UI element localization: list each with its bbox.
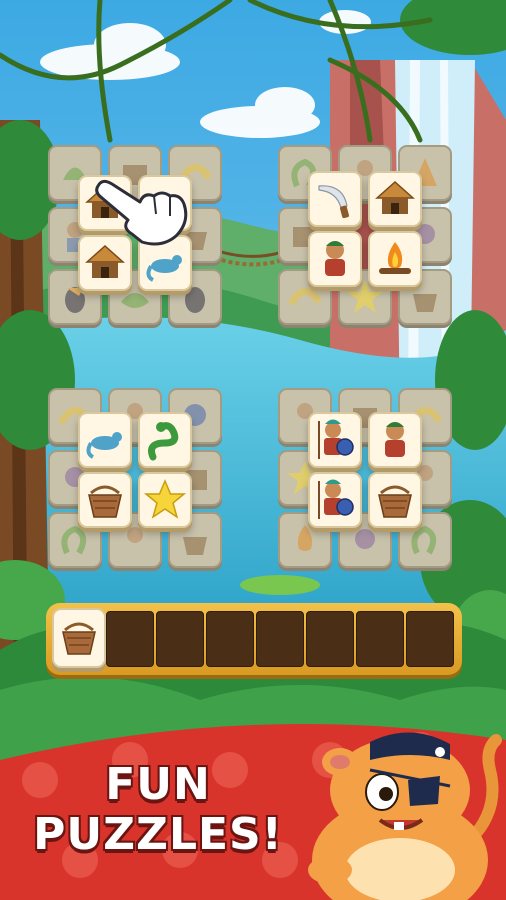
tile-machete[interactable] [308, 171, 362, 227]
tile-tribal-woman[interactable] [308, 231, 362, 287]
campfire-icon [379, 242, 411, 274]
tray-slot [406, 611, 454, 667]
tray-slot [256, 611, 304, 667]
tray-slot [306, 611, 354, 667]
basket-icon [62, 622, 96, 655]
basket-icon [88, 485, 122, 518]
tribal-woman-icon [325, 241, 345, 276]
board-top-right [278, 145, 460, 331]
tile-star[interactable] [138, 472, 192, 528]
tray-slot [206, 611, 254, 667]
tile-snake[interactable] [138, 412, 192, 468]
promo-line-2: PUZZLES! [33, 809, 283, 860]
tile-basket[interactable] [78, 472, 132, 528]
tray-slot [106, 611, 154, 667]
tile-tribal-warrior[interactable] [308, 412, 362, 468]
tile-tribal-woman[interactable] [368, 412, 422, 468]
board-bottom-left [48, 388, 230, 574]
tile-hut[interactable] [368, 171, 422, 227]
tile-lizard[interactable] [78, 412, 132, 468]
tribal-woman-icon [385, 422, 405, 457]
tile-tribal-warrior[interactable] [308, 472, 362, 528]
tray-slot [356, 611, 404, 667]
pointer-hand-icon [95, 179, 188, 246]
tray-slot [156, 611, 204, 667]
tile-campfire[interactable] [368, 231, 422, 287]
board-bottom-right [278, 388, 460, 574]
match-tray [46, 603, 462, 675]
promo-text: FUN PUZZLES! [18, 760, 298, 860]
promo-line-1: FUN [105, 759, 211, 810]
machete-icon [318, 185, 349, 219]
game-scene: FUN PUZZLES! [0, 0, 506, 900]
star-icon [143, 479, 187, 519]
basket-icon [378, 485, 412, 518]
tile-basket[interactable] [368, 472, 422, 528]
tribal-warrior-icon [318, 479, 354, 519]
hut-icon [375, 180, 415, 214]
lizard-icon [86, 432, 122, 459]
hamster-pirate-mascot-icon [308, 732, 502, 900]
snake-icon [148, 422, 179, 461]
tribal-warrior-icon [318, 419, 354, 459]
tray-tile-basket [52, 608, 106, 668]
